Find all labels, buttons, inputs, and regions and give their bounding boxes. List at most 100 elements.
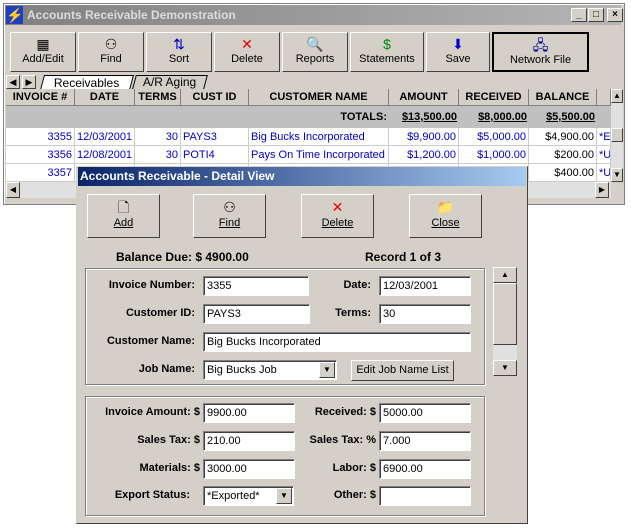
dialog-find-button[interactable]: ⚇ Find	[193, 194, 266, 238]
minimize-button[interactable]: _	[571, 8, 587, 22]
dialog-title-bar: Accounts Receivable - Detail View	[78, 167, 526, 186]
table-cell[interactable]: *Ex	[597, 128, 611, 146]
date-value: 12/03/2001	[383, 280, 439, 292]
column-header[interactable]: CUSTOMER NAME	[249, 89, 389, 106]
sort-button[interactable]: ⇅ Sort	[146, 32, 212, 72]
labor-value: 6900.00	[383, 463, 423, 475]
table-cell[interactable]: POTI4	[181, 146, 249, 164]
sales-tax-pct-field[interactable]: 7.000	[379, 431, 471, 451]
column-header[interactable]: CUST ID	[181, 89, 249, 106]
chevron-down-icon[interactable]: ▼	[319, 362, 335, 378]
close-icon: 📁	[436, 199, 455, 215]
save-button[interactable]: ⬇ Save	[426, 32, 490, 72]
column-header[interactable]: DATE	[75, 89, 135, 106]
column-header[interactable]: INVOICE #	[6, 89, 75, 106]
table-cell[interactable]: 3356	[6, 146, 75, 164]
table-cell[interactable]: 30	[135, 128, 181, 146]
table-cell[interactable]: $4,900.00	[529, 128, 597, 146]
sales-tax-label: Sales Tax: $	[137, 434, 200, 446]
customer-name-value: Big Bucks Incorporated	[207, 336, 321, 348]
button-label: Add	[113, 217, 134, 229]
record-scroll-thumb[interactable]	[493, 283, 517, 345]
table-cell[interactable]: Pays On Time Incorporated	[249, 146, 389, 164]
tab-receivables[interactable]: Receivables	[39, 75, 135, 90]
scroll-down-button[interactable]: ▼	[611, 168, 623, 182]
button-label: Statements	[359, 53, 415, 65]
add-icon: 🗋	[117, 199, 130, 215]
record-next-button[interactable]: ▼	[493, 360, 517, 376]
tab-scroll-left-button[interactable]: ◀	[6, 75, 20, 89]
date-field[interactable]: 12/03/2001	[379, 276, 471, 296]
edit-job-name-list-button[interactable]: Edit Job Name List	[351, 360, 454, 381]
scroll-thumb[interactable]	[611, 128, 623, 142]
column-header[interactable]: BALANCE	[529, 89, 597, 106]
network-file-button[interactable]: 🖧 Network File	[492, 32, 589, 72]
received-label: Received: $	[314, 406, 376, 418]
invoice-number-label: Invoice Number:	[108, 279, 195, 291]
tab-ar-aging[interactable]: A/R Aging	[132, 75, 208, 89]
received-value: 5000.00	[383, 407, 423, 419]
dialog-add-button[interactable]: 🗋 Add	[87, 194, 160, 238]
table-cell[interactable]: 30	[135, 146, 181, 164]
button-label: Reports	[295, 53, 335, 65]
scroll-right-button[interactable]: ▶	[595, 182, 609, 198]
terms-field[interactable]: 30	[379, 304, 471, 324]
table-cell[interactable]: $5,000.00	[459, 128, 529, 146]
column-header[interactable]: AMOUNT	[389, 89, 459, 106]
scroll-left-button[interactable]: ◀	[6, 182, 20, 198]
button-label: Save	[445, 53, 471, 65]
customer-name-field[interactable]: Big Bucks Incorporated	[203, 332, 471, 352]
column-header[interactable]: RECEIVED	[459, 89, 529, 106]
labor-field[interactable]: 6900.00	[379, 459, 471, 479]
table-cell[interactable]: *Un	[597, 164, 611, 182]
button-label: Find	[218, 217, 241, 229]
table-cell[interactable]: 3357	[6, 164, 75, 182]
add-edit-icon: ▦	[36, 36, 50, 52]
table-cell[interactable]: *Un	[597, 146, 611, 164]
balance-due: Balance Due: $ 4900.00	[116, 250, 249, 264]
table-cell[interactable]: 12/03/2001	[75, 128, 135, 146]
delete-icon: ✕	[241, 36, 253, 52]
record-prev-button[interactable]: ▲	[493, 267, 517, 283]
tab-scroll-right-button[interactable]: ▶	[22, 75, 36, 89]
table-cell[interactable]: $1,000.00	[459, 146, 529, 164]
save-icon: ⬇	[452, 36, 464, 52]
maximize-button[interactable]: □	[588, 8, 604, 22]
date-label: Date:	[343, 279, 371, 291]
find-button[interactable]: ⚇ Find	[78, 32, 144, 72]
table-cell[interactable]: $200.00	[529, 146, 597, 164]
customer-name-label: Customer Name:	[106, 335, 195, 347]
job-name-select[interactable]: Big Bucks Job ▼	[203, 360, 337, 380]
totals-label: TOTALS:	[340, 111, 387, 123]
export-status-label: Export Status:	[114, 489, 190, 501]
find-icon: ⚇	[223, 199, 236, 215]
dialog-close-button[interactable]: 📁 Close	[409, 194, 482, 238]
dialog-delete-button[interactable]: ✕ Delete	[301, 194, 374, 238]
table-cell[interactable]: PAYS3	[181, 128, 249, 146]
other-field[interactable]	[379, 486, 471, 506]
table-cell[interactable]: 3355	[6, 128, 75, 146]
button-label: Find	[100, 53, 122, 65]
add-edit-button[interactable]: ▦ Add/Edit	[10, 32, 76, 72]
table-cell[interactable]: Big Bucks Incorporated	[249, 128, 389, 146]
job-name-value: Big Bucks Job	[207, 364, 277, 376]
record-indicator: Record 1 of 3	[365, 250, 442, 264]
received-field[interactable]: 5000.00	[379, 403, 471, 423]
total-received: $8,000.00	[478, 111, 527, 123]
button-label: Delete	[231, 53, 263, 65]
tab-label: Receivables	[54, 76, 120, 90]
reports-button[interactable]: 🔍 Reports	[282, 32, 348, 72]
button-label: Edit Job Name List	[356, 364, 449, 376]
statements-button[interactable]: $ Statements	[350, 32, 424, 72]
close-button[interactable]: ×	[607, 8, 623, 22]
column-header[interactable]	[597, 89, 611, 106]
delete-button[interactable]: ✕ Delete	[214, 32, 280, 72]
table-cell[interactable]: 12/08/2001	[75, 146, 135, 164]
column-header[interactable]: TERMS	[135, 89, 181, 106]
scroll-up-button[interactable]: ▲	[611, 89, 623, 103]
total-amount: $13,500.00	[401, 111, 457, 123]
table-cell[interactable]: $400.00	[529, 164, 597, 182]
table-cell[interactable]: $1,200.00	[389, 146, 459, 164]
table-cell[interactable]: $9,900.00	[389, 128, 459, 146]
button-label: Add/Edit	[22, 53, 64, 65]
